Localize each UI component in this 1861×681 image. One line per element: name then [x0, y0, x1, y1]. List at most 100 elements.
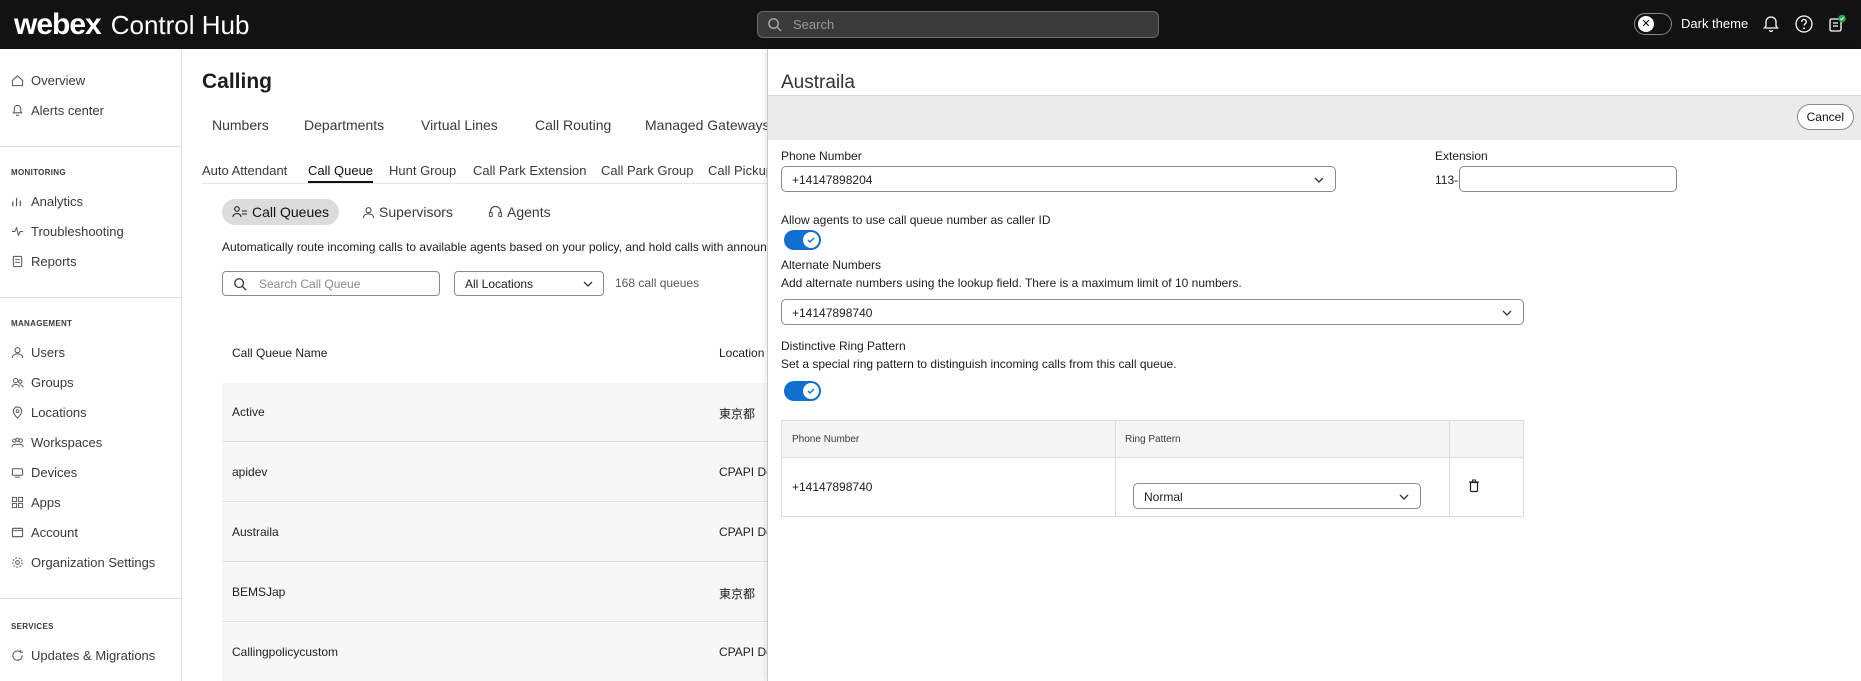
column-header-name[interactable]: Call Queue Name	[232, 346, 327, 360]
table-row[interactable]: BEMSJap 東京都	[222, 563, 767, 622]
table-row[interactable]: Callingpolicycustom CPAPI Dev	[222, 623, 779, 681]
sidebar-item-apps[interactable]: Apps	[11, 495, 61, 510]
subtab-call-park-extension[interactable]: Call Park Extension	[473, 163, 586, 178]
call-queue-search[interactable]	[222, 271, 440, 296]
location-filter-select[interactable]: All Locations	[454, 271, 604, 296]
caller-id-toggle[interactable]	[784, 230, 821, 250]
sidebar-item-devices[interactable]: Devices	[11, 465, 77, 480]
global-search-input[interactable]	[793, 15, 1143, 34]
page-title: Calling	[202, 70, 273, 93]
ring-pattern-label: Distinctive Ring Pattern	[781, 339, 906, 353]
tasks-icon[interactable]	[1827, 14, 1847, 34]
column-header-location[interactable]: Location	[719, 346, 764, 360]
subtab-hunt-group[interactable]: Hunt Group	[389, 163, 456, 178]
row-name: Active	[232, 405, 265, 419]
tab-departments[interactable]: Departments	[304, 117, 384, 133]
pill-supervisors[interactable]: Supervisors	[352, 199, 463, 225]
table-row[interactable]: Austraila CPAPI Dev	[222, 503, 779, 562]
location-icon	[12, 406, 23, 419]
sidebar-item-alerts-center[interactable]: Alerts center	[11, 103, 104, 118]
bell-icon[interactable]	[1761, 14, 1781, 34]
sidebar-divider	[0, 598, 181, 599]
sidebar-item-overview[interactable]: Overview	[11, 73, 85, 88]
sidebar-item-label: Reports	[31, 254, 77, 269]
table-row[interactable]: Active 東京都	[222, 383, 767, 442]
phone-number-select[interactable]: +14147898204	[781, 166, 1336, 192]
sidebar-item-label: Groups	[31, 375, 74, 390]
sidebar-item-label: Users	[31, 345, 65, 360]
sidebar-item-groups[interactable]: Groups	[11, 375, 74, 390]
sidebar-item-reports[interactable]: Reports	[11, 254, 77, 269]
ring-pattern-select[interactable]: Normal	[1133, 483, 1421, 509]
device-icon	[11, 468, 24, 478]
sidebar: Overview Alerts center MONITORING Analyt…	[0, 49, 182, 681]
chevron-down-icon	[1399, 494, 1409, 500]
checkmark-icon	[803, 232, 819, 248]
global-search[interactable]	[757, 11, 1159, 38]
pill-label: Supervisors	[379, 204, 453, 220]
sidebar-item-organization-settings[interactable]: Organization Settings	[11, 555, 155, 570]
tab-call-routing[interactable]: Call Routing	[535, 117, 611, 133]
sidebar-section-management: MANAGEMENT	[11, 319, 73, 328]
sidebar-item-users[interactable]: Users	[11, 345, 65, 360]
top-bar: webex Control Hub ✕ Dark theme	[0, 0, 1861, 49]
ring-pattern-description: Set a special ring pattern to distinguis…	[781, 357, 1177, 371]
sidebar-item-workspaces[interactable]: Workspaces	[11, 435, 102, 450]
sidebar-item-label: Analytics	[31, 194, 84, 209]
trash-icon[interactable]	[1468, 479, 1480, 493]
search-icon	[234, 278, 247, 291]
sidebar-item-label: Updates & Migrations	[31, 648, 156, 663]
sidebar-item-label: Apps	[31, 495, 61, 510]
tab-managed-gateways[interactable]: Managed Gateways	[645, 117, 770, 133]
pill-call-queues[interactable]: Call Queues	[222, 199, 340, 225]
pill-label: Call Queues	[252, 204, 330, 220]
row-name: apidev	[232, 465, 268, 479]
checkmark-icon	[803, 383, 819, 399]
row-name: Callingpolicycustom	[232, 645, 339, 659]
sidebar-item-troubleshooting[interactable]: Troubleshooting	[11, 224, 124, 239]
subtab-auto-attendant[interactable]: Auto Attendant	[202, 163, 287, 178]
sidebar-item-updates-migrations[interactable]: Updates & Migrations	[11, 648, 155, 663]
ring-table-header: Phone Number Ring Pattern	[782, 421, 1523, 458]
tab-numbers[interactable]: Numbers	[212, 117, 269, 133]
pill-agents[interactable]: Agents	[478, 199, 561, 225]
bell-icon	[12, 104, 23, 117]
group-icon	[11, 378, 24, 388]
call-queue-count: 168 call queues	[615, 276, 700, 290]
help-icon[interactable]	[1794, 14, 1814, 34]
brand-logo[interactable]: webex Control Hub	[14, 8, 249, 42]
column-header-ring-pattern: Ring Pattern	[1125, 434, 1181, 445]
chevron-down-icon	[1502, 310, 1512, 316]
subtab-call-pickup[interactable]: Call Pickup	[708, 163, 773, 178]
subtab-call-queue[interactable]: Call Queue	[308, 163, 374, 183]
sidebar-item-locations[interactable]: Locations	[11, 405, 87, 420]
sidebar-item-analytics[interactable]: Analytics	[11, 194, 83, 209]
workspace-icon	[11, 437, 24, 448]
tab-virtual-lines[interactable]: Virtual Lines	[421, 117, 498, 133]
user-icon	[11, 347, 24, 359]
cancel-button[interactable]: Cancel	[1796, 104, 1854, 130]
dark-theme-toggle[interactable]: ✕	[1634, 13, 1672, 35]
alternate-numbers-select[interactable]: +14147898740	[781, 299, 1524, 325]
subtab-call-park-group[interactable]: Call Park Group	[601, 163, 693, 178]
extension-input[interactable]	[1459, 166, 1677, 192]
call-queue-icon	[232, 206, 247, 218]
phone-number-label: Phone Number	[781, 149, 862, 163]
call-queue-description: Automatically route incoming calls to av…	[222, 240, 767, 254]
alternate-numbers-label: Alternate Numbers	[781, 258, 882, 272]
table-row[interactable]: apidev CPAPI Dev	[222, 443, 779, 502]
call-queue-search-input[interactable]	[259, 275, 429, 292]
extension-label: Extension	[1435, 149, 1488, 163]
home-icon	[11, 75, 24, 87]
sidebar-item-label: Alerts center	[31, 103, 104, 118]
sidebar-divider	[0, 297, 181, 298]
alternate-numbers-description: Add alternate numbers using the lookup f…	[781, 276, 1242, 290]
pill-label: Agents	[507, 204, 551, 220]
alternate-number-value: +14147898740	[792, 306, 873, 320]
panel-action-bar: Cancel	[768, 95, 1861, 140]
sidebar-item-account[interactable]: Account	[11, 525, 78, 540]
ring-pattern-toggle[interactable]	[784, 381, 821, 401]
brand-name: webex	[14, 8, 102, 41]
row-name: BEMSJap	[232, 585, 286, 599]
call-queue-table-header: Call Queue Name Location	[222, 325, 767, 381]
